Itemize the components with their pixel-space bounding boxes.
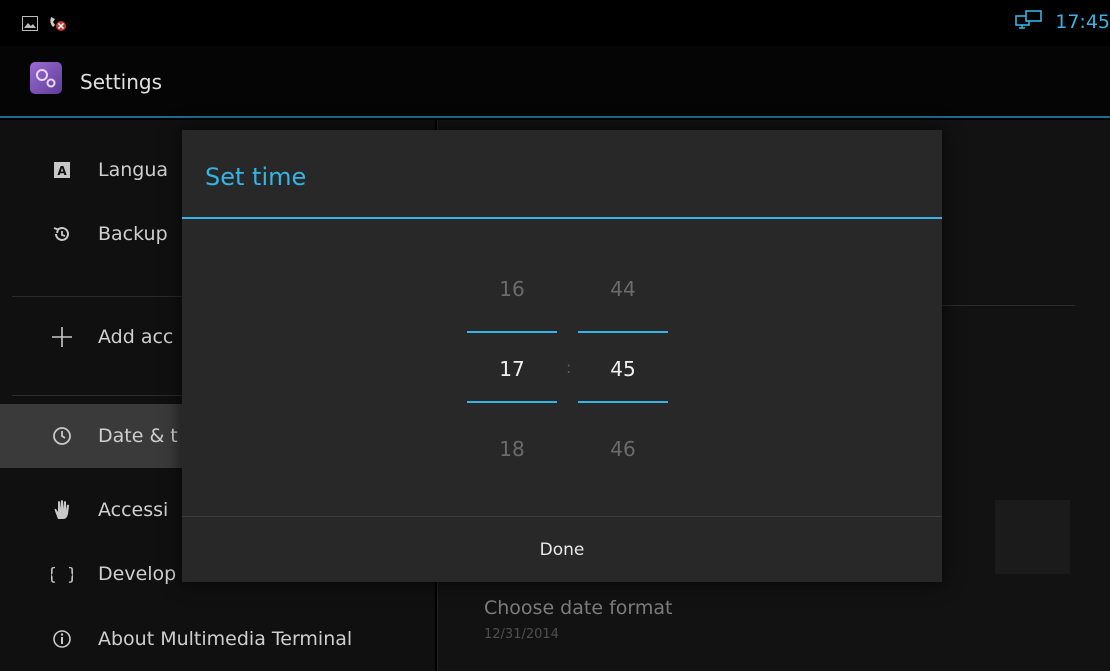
call-blocked-icon <box>48 14 68 36</box>
hand-icon <box>50 498 74 522</box>
status-bar-right: 17:45 <box>1015 10 1110 34</box>
sidebar-item-label: Accessi <box>98 499 169 521</box>
picture-icon <box>22 15 38 35</box>
done-button[interactable]: Done <box>182 517 942 582</box>
minute-bottom-line <box>578 401 668 403</box>
action-bar: Settings <box>0 46 1110 118</box>
minute-current[interactable]: 45 <box>578 357 668 381</box>
sidebar-item-label: Backup <box>98 223 168 245</box>
clock-icon <box>50 424 74 448</box>
checkbox-area[interactable] <box>995 500 1070 574</box>
set-time-dialog: Set time 16 17 18 : 44 45 46 Done <box>182 130 942 582</box>
hour-prev[interactable]: 16 <box>467 277 557 301</box>
status-bar-left <box>22 14 68 36</box>
language-icon: A <box>50 158 74 182</box>
hour-top-line <box>467 331 557 333</box>
hour-current[interactable]: 17 <box>467 357 557 381</box>
plus-icon <box>50 325 74 349</box>
minute-top-line <box>578 331 668 333</box>
sidebar-item-about[interactable]: About Multimedia Terminal <box>0 607 435 671</box>
date-format-sample: 12/31/2014 <box>484 627 559 642</box>
minute-prev[interactable]: 44 <box>578 277 668 301</box>
sidebar-item-label: Date & t <box>98 425 178 447</box>
dialog-title: Set time <box>205 163 307 191</box>
backup-icon <box>50 222 74 246</box>
sidebar-item-label: Add acc <box>98 326 174 348</box>
time-separator: : <box>566 358 572 377</box>
network-screens-icon <box>1015 10 1043 34</box>
hour-bottom-line <box>467 401 557 403</box>
info-icon <box>50 627 74 651</box>
minute-next[interactable]: 46 <box>578 437 668 461</box>
hour-next[interactable]: 18 <box>467 437 557 461</box>
braces-icon: { } <box>50 562 74 586</box>
dialog-title-underline <box>182 217 942 219</box>
page-title: Settings <box>80 70 163 94</box>
status-time: 17:45 <box>1055 11 1110 33</box>
sidebar-item-label: Develop <box>98 563 177 585</box>
svg-text:A: A <box>57 164 67 178</box>
choose-date-format-label[interactable]: Choose date format <box>484 597 672 619</box>
svg-text:{ }: { } <box>51 565 73 585</box>
status-bar: 17:45 <box>0 0 1110 46</box>
sidebar-item-label: About Multimedia Terminal <box>98 628 353 650</box>
settings-app-icon[interactable] <box>30 62 62 94</box>
sidebar-item-label: Langua <box>98 159 169 181</box>
